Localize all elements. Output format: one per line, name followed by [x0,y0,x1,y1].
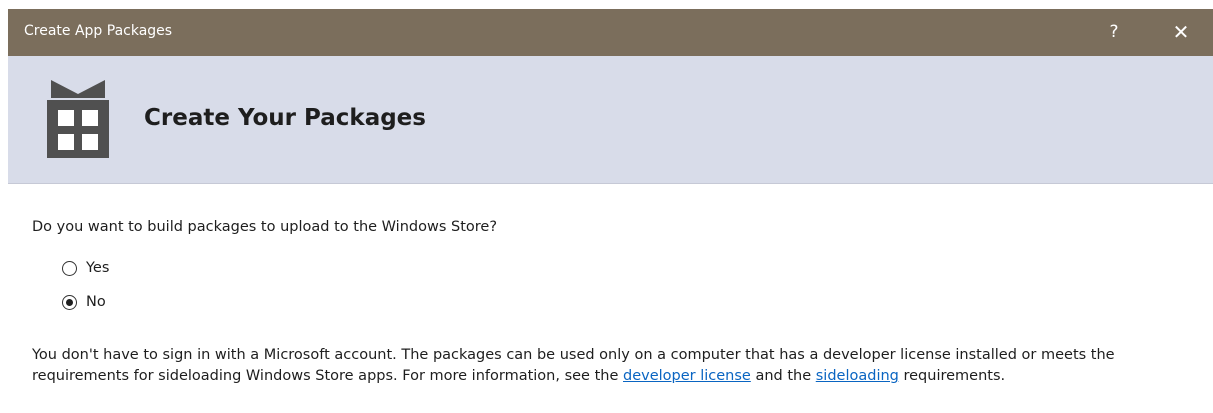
description-text: You don't have to sign in with a Microso… [32,345,1192,387]
gift-package-icon [47,80,109,158]
radio-option-yes[interactable]: Yes [62,260,109,276]
question-text: Do you want to build packages to upload … [32,219,498,235]
header-banner: Create Your Packages [8,56,1213,184]
page-title: Create Your Packages [144,105,426,131]
title-bar: Create App Packages ? ✕ [8,9,1213,56]
window-title: Create App Packages [24,23,173,39]
developer-license-link[interactable]: developer license [623,368,751,384]
radio-option-no[interactable]: No [62,294,106,310]
description-part-2: and the [750,368,816,384]
sideloading-link[interactable]: sideloading [816,368,899,384]
radio-label-no: No [86,294,106,310]
close-button[interactable]: ✕ [1166,19,1196,45]
radio-button-no[interactable] [62,294,77,310]
radio-button-yes[interactable] [62,260,77,276]
help-button[interactable]: ? [1102,19,1126,45]
create-app-packages-dialog: Create App Packages ? ✕ Create Your Pack… [0,0,1213,413]
description-part-3: requirements. [898,368,1006,384]
radio-label-yes: Yes [86,260,110,276]
